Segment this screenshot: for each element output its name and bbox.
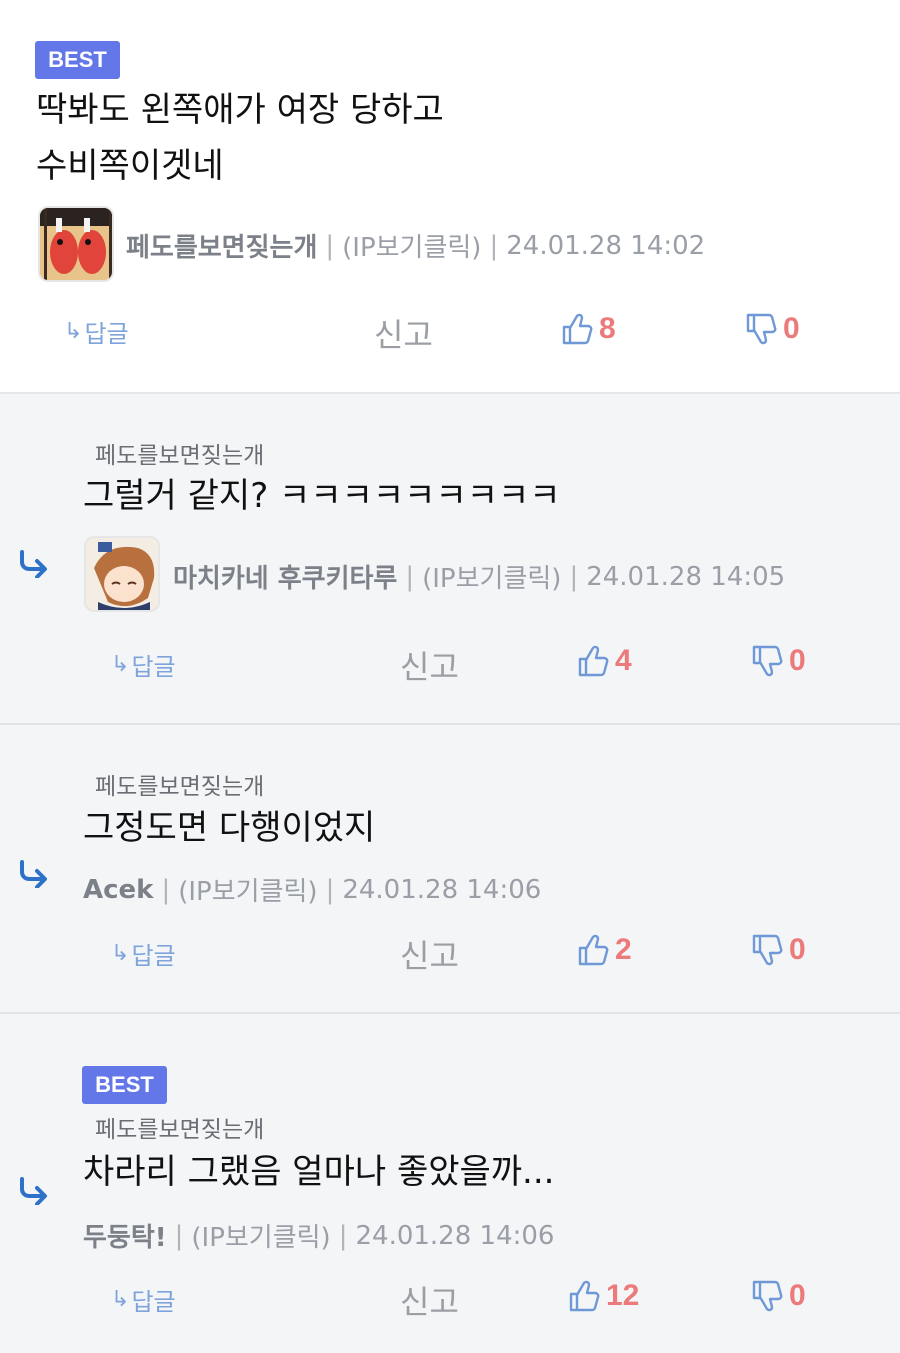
author-nickname[interactable]: 마치카네 후쿠키타루 xyxy=(173,558,397,595)
dislike-count: 0 xyxy=(789,644,806,677)
comment-date: 24.01.28 14:06 xyxy=(342,874,542,905)
reply-arrow-icon: ↳ xyxy=(111,652,130,677)
comment-meta: 두둥탁! | (IP보기클릭) | 24.01.28 14:06 xyxy=(83,1217,554,1254)
comment-date: 24.01.28 14:05 xyxy=(586,561,786,592)
dislike-count: 0 xyxy=(789,933,806,966)
thumbs-up-icon xyxy=(578,934,609,966)
reply-to-nickname: 페도를보면짖는개 xyxy=(95,443,265,469)
comment-text: 그정도면 다행이었지 xyxy=(83,808,376,848)
like-count: 12 xyxy=(606,1279,640,1312)
comment-text: 그럴거 같지? ㅋㅋㅋㅋㅋㅋㅋㅋㅋ xyxy=(83,476,561,516)
author-nickname[interactable]: 두둥탁! xyxy=(83,1217,167,1254)
report-button[interactable]: 신고 xyxy=(374,310,433,356)
nested-reply-arrow-icon xyxy=(20,550,47,578)
dislike-count: 0 xyxy=(789,1279,806,1312)
best-badge: BEST xyxy=(82,1066,167,1104)
comment-item: BEST 딱봐도 왼쪽애가 여장 당하고 수비쪽이겟네 페도를보면짖는개 | (… xyxy=(0,0,900,394)
thumbs-down-icon xyxy=(752,645,783,677)
report-button[interactable]: 신고 xyxy=(400,931,459,977)
comment-text-line: 수비쪽이겟네 xyxy=(36,146,224,186)
reply-comment-item: 페도를보면짖는개 그정도면 다행이었지 Acek | (IP보기클릭) | 24… xyxy=(0,725,900,1014)
reply-button[interactable]: ↳ 답글 xyxy=(111,936,176,971)
reply-button[interactable]: ↳ 답글 xyxy=(64,314,129,349)
thumbs-up-icon xyxy=(569,1280,600,1312)
reply-comment-item: BEST 페도를보면짖는개 차라리 그랬음 얼마나 좋았을까... 두둥탁! |… xyxy=(0,1014,900,1353)
like-count: 2 xyxy=(615,933,632,966)
thumbs-down-icon xyxy=(746,313,777,345)
dislike-count: 0 xyxy=(783,312,800,345)
dislike-button[interactable]: 0 xyxy=(751,1279,806,1313)
comment-meta: 페도를보면짖는개 | (IP보기클릭) | 24.01.28 14:02 xyxy=(126,227,705,264)
thumbs-down-icon xyxy=(752,934,783,966)
comment-meta: Acek | (IP보기클릭) | 24.01.28 14:06 xyxy=(83,871,541,908)
dislike-button[interactable]: 0 xyxy=(745,312,800,346)
avatar[interactable] xyxy=(38,206,114,282)
reply-button[interactable]: ↳ 답글 xyxy=(111,647,176,682)
thumbs-down-icon xyxy=(752,1280,783,1312)
dislike-button[interactable]: 0 xyxy=(751,933,806,967)
nested-reply-arrow-icon xyxy=(20,1177,47,1205)
ip-view-link[interactable]: (IP보기클릭) xyxy=(422,558,561,595)
report-button[interactable]: 신고 xyxy=(400,1277,459,1323)
comment-text: 차라리 그랬음 얼마나 좋았을까... xyxy=(83,1152,555,1192)
ip-view-link[interactable]: (IP보기클릭) xyxy=(178,871,317,908)
author-nickname[interactable]: 페도를보면짖는개 xyxy=(126,227,317,264)
comment-date: 24.01.28 14:06 xyxy=(355,1220,555,1251)
reply-arrow-icon: ↳ xyxy=(64,319,83,344)
avatar[interactable] xyxy=(84,536,160,612)
reply-button[interactable]: ↳ 답글 xyxy=(111,1282,176,1317)
like-count: 8 xyxy=(599,312,616,345)
report-button[interactable]: 신고 xyxy=(400,642,459,688)
like-button[interactable]: 12 xyxy=(568,1279,639,1313)
ip-view-link[interactable]: (IP보기클릭) xyxy=(342,227,481,264)
reply-arrow-icon: ↳ xyxy=(111,1287,130,1312)
like-count: 4 xyxy=(615,644,632,677)
comment-meta: 마치카네 후쿠키타루 | (IP보기클릭) | 24.01.28 14:05 xyxy=(173,558,785,595)
like-button[interactable]: 8 xyxy=(561,312,616,346)
dislike-button[interactable]: 0 xyxy=(751,644,806,678)
reply-comment-item: 페도를보면짖는개 그럴거 같지? ㅋㅋㅋㅋㅋㅋㅋㅋㅋ 마치카네 후쿠키타루 | … xyxy=(0,394,900,725)
best-badge: BEST xyxy=(35,41,120,79)
ip-view-link[interactable]: (IP보기클릭) xyxy=(191,1217,330,1254)
author-nickname[interactable]: Acek xyxy=(83,875,153,905)
reply-to-nickname: 페도를보면짖는개 xyxy=(95,1117,265,1143)
thumbs-up-icon xyxy=(578,645,609,677)
reply-arrow-icon: ↳ xyxy=(111,941,130,966)
reply-to-nickname: 페도를보면짖는개 xyxy=(95,774,265,800)
nested-reply-arrow-icon xyxy=(20,860,47,888)
like-button[interactable]: 2 xyxy=(577,933,632,967)
thumbs-up-icon xyxy=(562,313,593,345)
like-button[interactable]: 4 xyxy=(577,644,632,678)
comment-text-line: 딱봐도 왼쪽애가 여장 당하고 xyxy=(36,90,444,130)
comment-date: 24.01.28 14:02 xyxy=(506,230,706,261)
